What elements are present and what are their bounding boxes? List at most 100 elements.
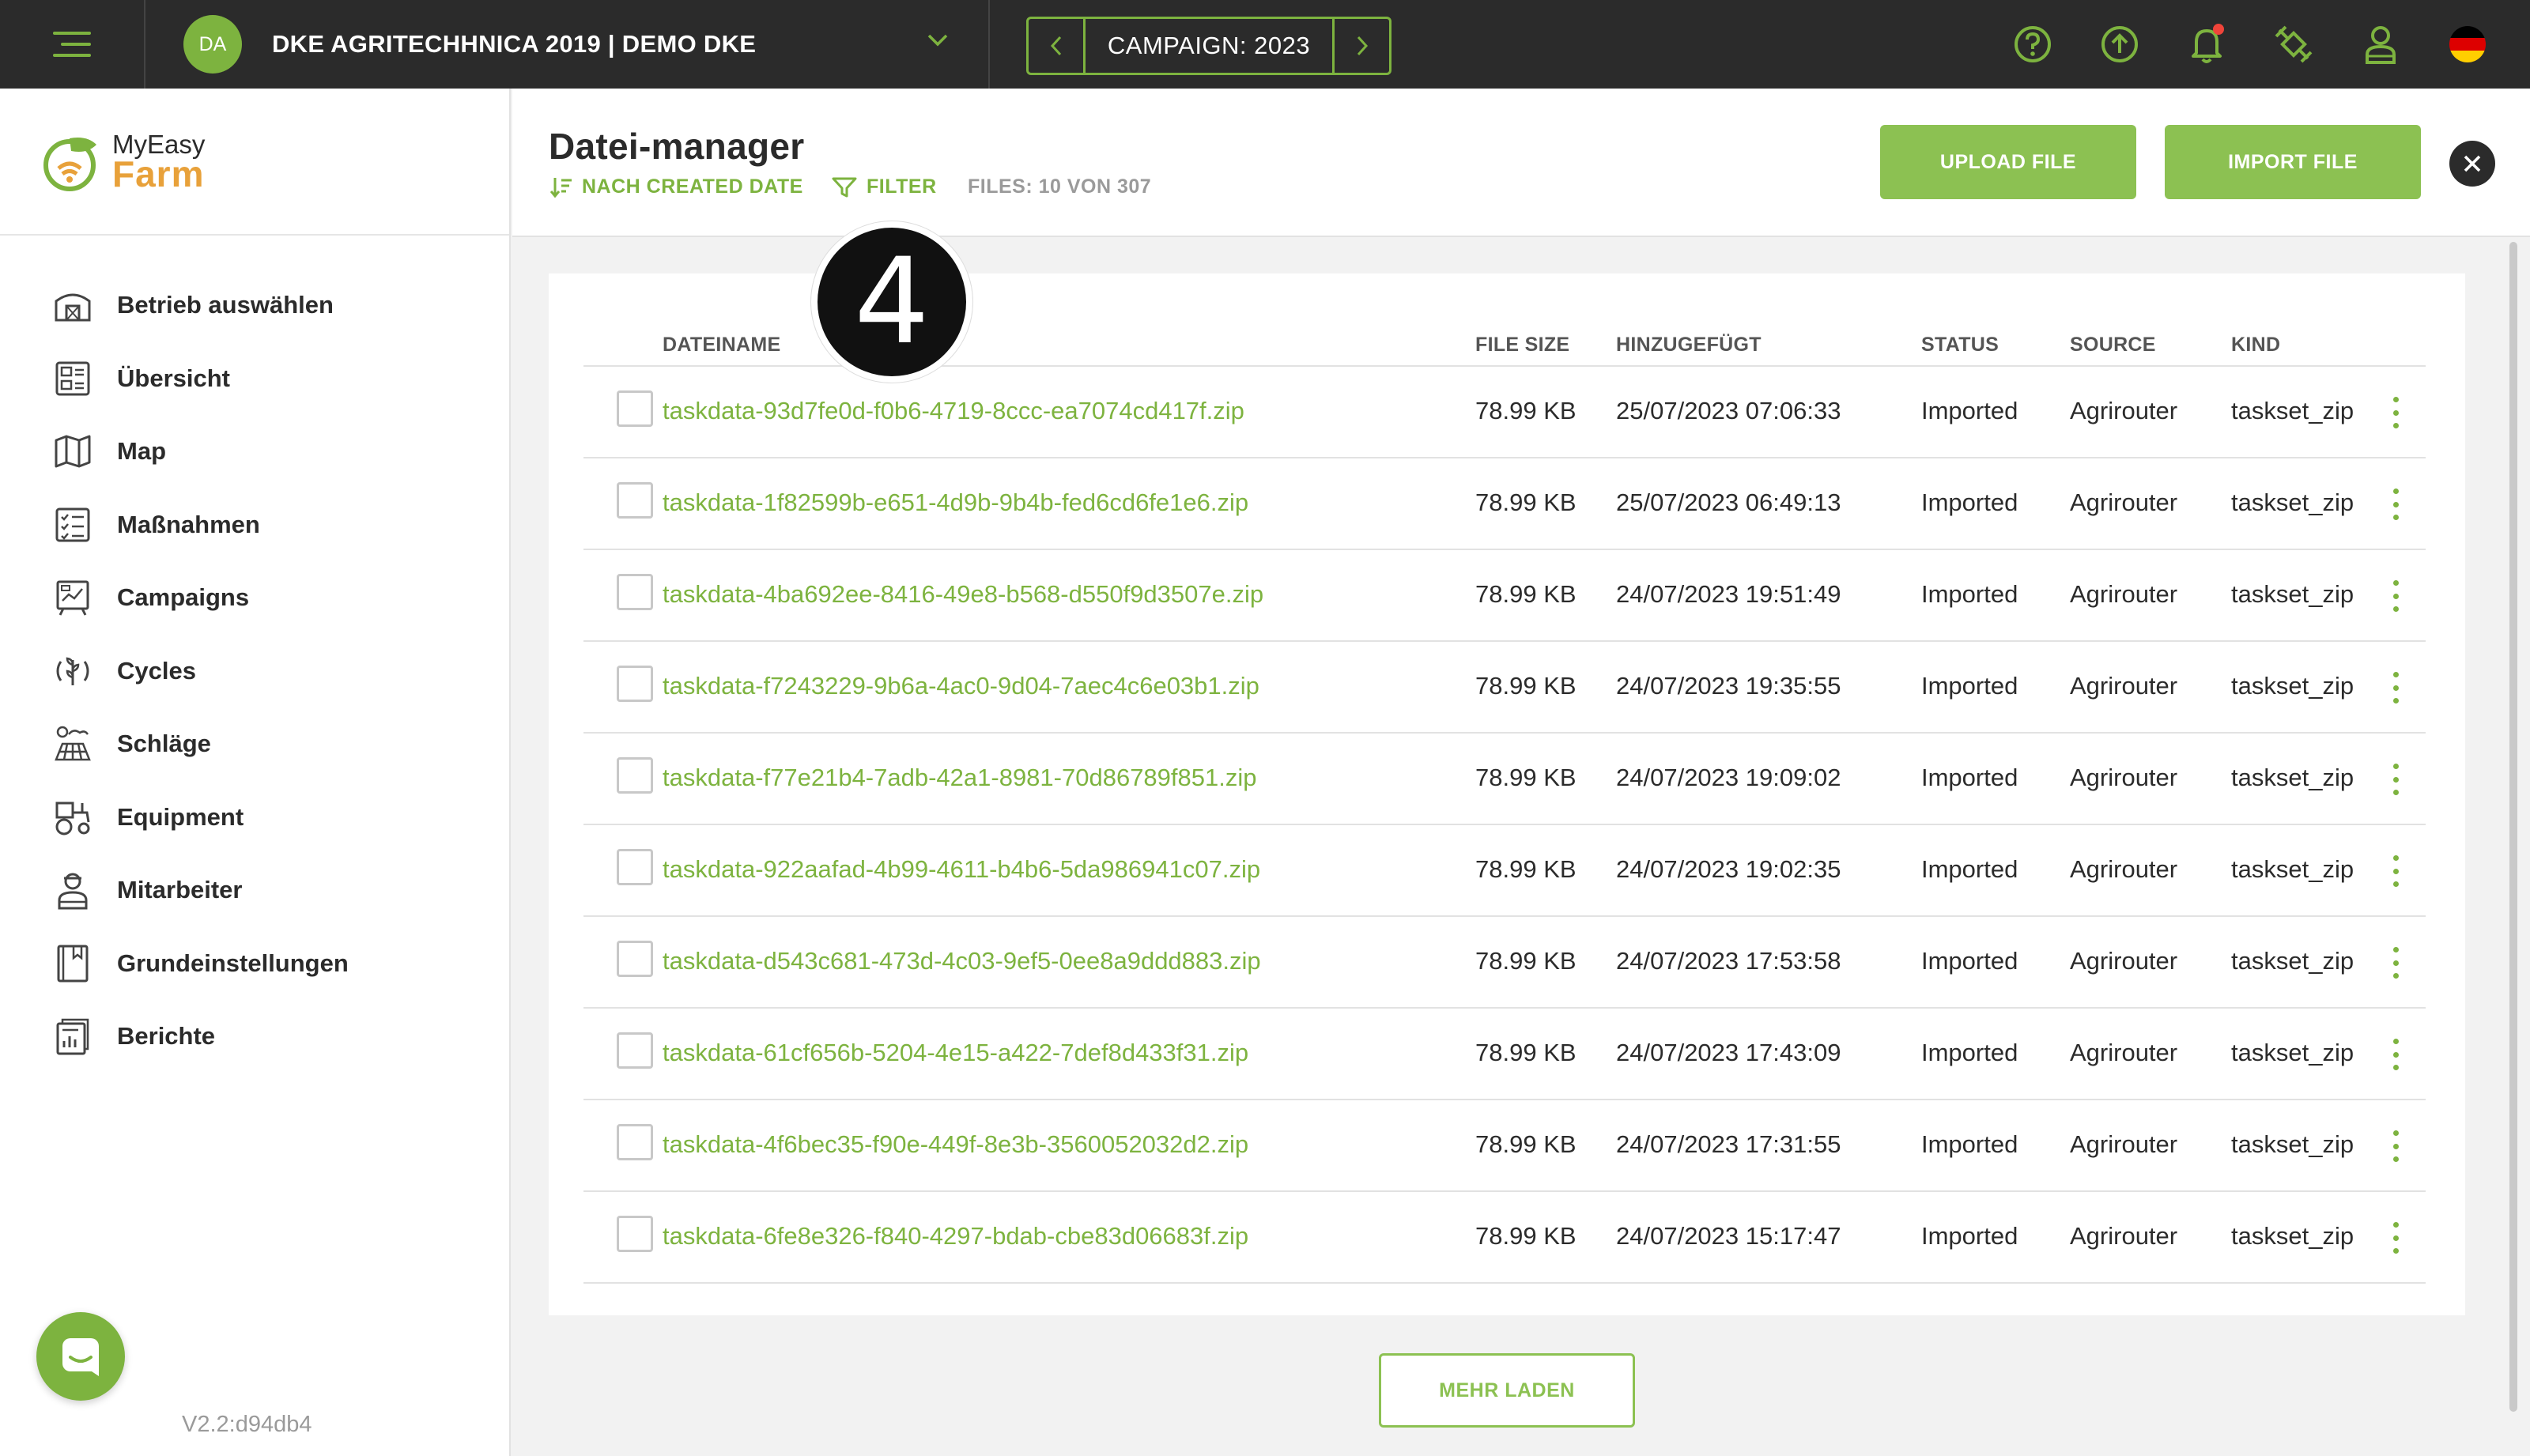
- file-name-link[interactable]: taskdata-93d7fe0d-f0b6-4719-8ccc-ea7074c…: [663, 397, 1244, 425]
- sidebar-item-uebersicht[interactable]: Übersicht: [0, 342, 509, 416]
- farm-selector[interactable]: DA DKE AGRITECHHNICA 2019 | DEMO DKE: [145, 0, 990, 89]
- row-checkbox[interactable]: [617, 941, 653, 977]
- row-checkbox[interactable]: [617, 1032, 653, 1069]
- file-added: 25/07/2023 06:49:13: [1616, 488, 1841, 516]
- file-size: 78.99 KB: [1475, 855, 1577, 883]
- more-options-icon[interactable]: [2388, 764, 2404, 795]
- sidebar-item-label: Schläge: [117, 730, 211, 758]
- sidebar-item-cycles[interactable]: Cycles: [0, 635, 509, 708]
- file-added: 24/07/2023 19:51:49: [1616, 580, 1841, 608]
- file-added: 24/07/2023 17:43:09: [1616, 1039, 1841, 1066]
- file-added: 24/07/2023 19:35:55: [1616, 672, 1841, 700]
- file-source: Agrirouter: [2070, 672, 2178, 700]
- sidebar-nav: Betrieb auswählen Übersicht Map Maßnahme…: [0, 236, 509, 1073]
- file-name-link[interactable]: taskdata-4f6bec35-f90e-449f-8e3b-3560052…: [663, 1130, 1248, 1159]
- file-name-link[interactable]: taskdata-61cf656b-5204-4e15-a422-7def8d4…: [663, 1039, 1248, 1067]
- row-checkbox[interactable]: [617, 849, 653, 885]
- file-size: 78.99 KB: [1475, 1039, 1577, 1066]
- app-version: V2.2:d94db4: [182, 1412, 312, 1437]
- file-name-link[interactable]: taskdata-4ba692ee-8416-49e8-b568-d550f9d…: [663, 580, 1263, 609]
- file-name-link[interactable]: taskdata-922aafad-4b99-4611-b4b6-5da9869…: [663, 855, 1260, 884]
- sort-label: NACH CREATED DATE: [582, 175, 803, 198]
- close-button[interactable]: [2449, 141, 2495, 187]
- file-status: Imported: [1921, 488, 2018, 516]
- scrollbar[interactable]: [2505, 237, 2522, 1456]
- language-button[interactable]: [2446, 23, 2489, 66]
- campaign-next-button[interactable]: [1332, 19, 1389, 73]
- more-options-icon[interactable]: [2388, 1222, 2404, 1254]
- notifications-button[interactable]: [2185, 23, 2228, 66]
- column-header-added[interactable]: HINZUGEFÜGT: [1616, 334, 1762, 356]
- file-name-link[interactable]: taskdata-f77e21b4-7adb-42a1-8981-70d8678…: [663, 764, 1257, 792]
- more-options-icon[interactable]: [2388, 1130, 2404, 1162]
- column-header-kind[interactable]: KIND: [2231, 334, 2280, 356]
- more-options-icon[interactable]: [2388, 488, 2404, 520]
- file-kind: taskset_zip: [2231, 1222, 2354, 1250]
- top-bar: DA DKE AGRITECHHNICA 2019 | DEMO DKE CAM…: [0, 0, 2530, 89]
- table-row: taskdata-93d7fe0d-f0b6-4719-8ccc-ea7074c…: [583, 367, 2426, 458]
- help-button[interactable]: [2011, 23, 2054, 66]
- page-header: Datei-manager NACH CREATED DATE FILTER F…: [512, 89, 2530, 237]
- scrollbar-thumb[interactable]: [2509, 242, 2517, 1412]
- more-options-icon[interactable]: [2388, 1039, 2404, 1070]
- more-options-icon[interactable]: [2388, 855, 2404, 887]
- file-kind: taskset_zip: [2231, 1039, 2354, 1066]
- logo[interactable]: MyEasy Farm: [0, 89, 509, 236]
- file-name-link[interactable]: taskdata-f7243229-9b6a-4ac0-9d04-7aec4c6…: [663, 672, 1259, 700]
- upload-button[interactable]: [2098, 23, 2141, 66]
- row-checkbox[interactable]: [617, 390, 653, 427]
- row-checkbox[interactable]: [617, 574, 653, 610]
- more-options-icon[interactable]: [2388, 947, 2404, 979]
- satellite-button[interactable]: [2272, 23, 2315, 66]
- file-size: 78.99 KB: [1475, 1222, 1577, 1250]
- campaign-prev-button[interactable]: [1029, 19, 1086, 73]
- sidebar-item-label: Equipment: [117, 802, 244, 831]
- more-options-icon[interactable]: [2388, 580, 2404, 612]
- import-file-button[interactable]: IMPORT FILE: [2165, 125, 2421, 199]
- row-checkbox[interactable]: [617, 482, 653, 519]
- row-checkbox[interactable]: [617, 1216, 653, 1252]
- file-name-link[interactable]: taskdata-1f82599b-e651-4d9b-9b4b-fed6cd6…: [663, 488, 1248, 517]
- crop-cycle-icon: [56, 657, 89, 685]
- column-header-size[interactable]: FILE SIZE: [1475, 334, 1569, 356]
- sidebar-item-label: Maßnahmen: [117, 510, 260, 538]
- file-name-link[interactable]: taskdata-6fe8e326-f840-4297-bdab-cbe83d0…: [663, 1222, 1248, 1250]
- sidebar-item-schlaege[interactable]: Schläge: [0, 707, 509, 781]
- chat-button[interactable]: [36, 1312, 125, 1401]
- column-header-name[interactable]: DATEINAME: [663, 334, 780, 356]
- sidebar-item-massnahmen[interactable]: Maßnahmen: [0, 488, 509, 562]
- german-flag-icon: [2449, 26, 2486, 62]
- sidebar-item-berichte[interactable]: Berichte: [0, 1000, 509, 1073]
- load-more-button[interactable]: MEHR LADEN: [1379, 1353, 1635, 1428]
- file-added: 24/07/2023 17:31:55: [1616, 1130, 1841, 1158]
- sidebar-item-campaigns[interactable]: Campaigns: [0, 561, 509, 635]
- column-header-source[interactable]: SOURCE: [2070, 334, 2156, 356]
- farm-building-icon: [55, 293, 91, 322]
- upload-file-button[interactable]: UPLOAD FILE: [1880, 125, 2136, 199]
- row-checkbox[interactable]: [617, 757, 653, 794]
- file-status: Imported: [1921, 397, 2018, 424]
- sidebar-item-betrieb[interactable]: Betrieb auswählen: [0, 269, 509, 342]
- more-options-icon[interactable]: [2388, 672, 2404, 703]
- more-options-icon[interactable]: [2388, 397, 2404, 428]
- file-source: Agrirouter: [2070, 764, 2178, 791]
- column-header-status[interactable]: STATUS: [1921, 334, 1999, 356]
- file-kind: taskset_zip: [2231, 1130, 2354, 1158]
- menu-button[interactable]: [0, 0, 145, 89]
- file-name-link[interactable]: taskdata-d543c681-473d-4c03-9ef5-0ee8a9d…: [663, 947, 1261, 975]
- sidebar-item-mitarbeiter[interactable]: Mitarbeiter: [0, 854, 509, 927]
- filter-button[interactable]: FILTER: [832, 175, 937, 198]
- table-row: taskdata-61cf656b-5204-4e15-a422-7def8d4…: [583, 1009, 2426, 1100]
- sidebar-item-grundeinstellungen[interactable]: Grundeinstellungen: [0, 927, 509, 1001]
- sidebar-item-equipment[interactable]: Equipment: [0, 781, 509, 854]
- file-added: 24/07/2023 15:17:47: [1616, 1222, 1841, 1250]
- support-button[interactable]: [2359, 23, 2402, 66]
- chevron-right-icon: [1357, 36, 1368, 56]
- row-checkbox[interactable]: [617, 666, 653, 702]
- sort-button[interactable]: NACH CREATED DATE: [550, 175, 803, 198]
- sidebar-item-map[interactable]: Map: [0, 415, 509, 488]
- file-kind: taskset_zip: [2231, 672, 2354, 700]
- table-row: taskdata-4ba692ee-8416-49e8-b568-d550f9d…: [583, 550, 2426, 642]
- step-number-badge: 4: [811, 221, 972, 383]
- row-checkbox[interactable]: [617, 1124, 653, 1160]
